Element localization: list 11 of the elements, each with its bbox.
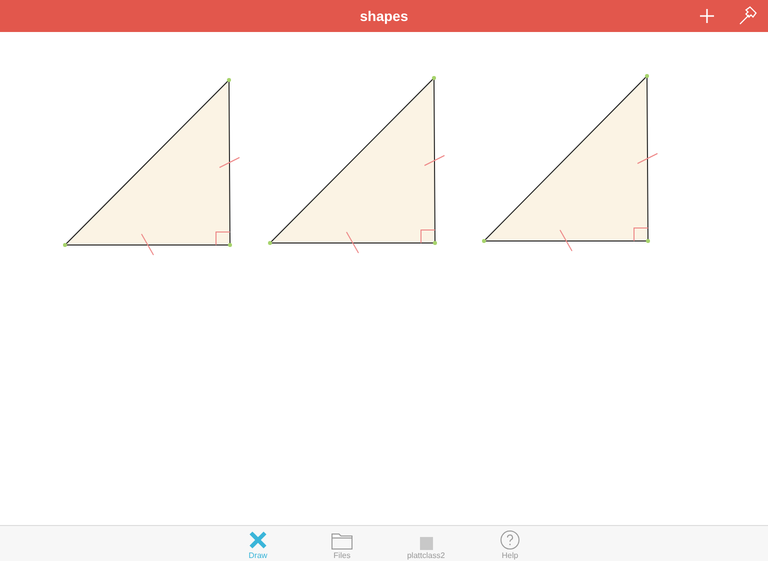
square-icon	[420, 537, 432, 550]
tab[interactable]: Help	[483, 526, 537, 561]
plus-icon	[699, 8, 715, 24]
crossed-pencil-icon	[248, 530, 268, 550]
hammer-icon	[738, 6, 758, 26]
tab[interactable]: Files	[315, 526, 369, 561]
tab[interactable]: plattclass2	[399, 526, 453, 561]
tab[interactable]: Draw	[231, 526, 285, 561]
header-title: shapes	[360, 6, 408, 26]
help-icon	[500, 530, 520, 550]
folder-icon	[331, 532, 353, 550]
